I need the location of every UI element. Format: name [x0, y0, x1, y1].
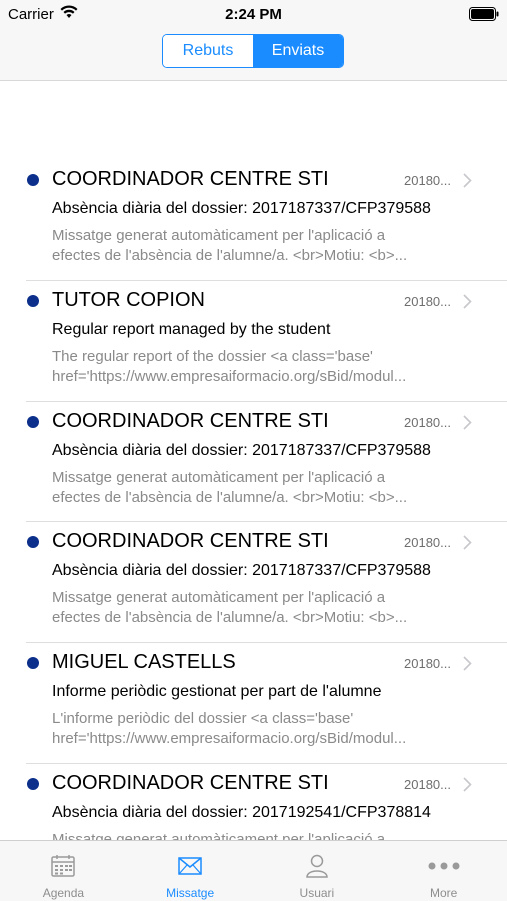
message-sender: COORDINADOR CENTRE STI [52, 530, 329, 553]
chevron-right-icon [463, 173, 472, 193]
chevron-right-icon [463, 777, 472, 797]
envelope-icon [178, 853, 202, 879]
message-sender: COORDINADOR CENTRE STI [52, 409, 329, 432]
message-date: 20180... [404, 293, 451, 309]
preview-line: Missatge generat automàticament per l'ap… [52, 830, 386, 840]
message-sender: MIGUEL CASTELLS [52, 651, 236, 674]
message-sender: TUTOR COPION [52, 288, 205, 311]
tab-label: More [429, 886, 458, 900]
status-bar: Carrier 2:24 PM [0, 0, 507, 28]
message-row[interactable]: MIGUEL CASTELLS 20180... Informe periòdi… [0, 643, 507, 764]
message-preview: The regular report of the dossier <a cla… [52, 347, 482, 387]
tab-label: Usuari [299, 886, 335, 900]
message-preview: Missatge generat automàticament per l'ap… [52, 588, 482, 628]
battery-icon [469, 7, 499, 26]
message-row[interactable]: COORDINADOR CENTRE STI 20180... Absència… [0, 160, 507, 281]
tab-agenda[interactable]: Agenda [0, 841, 127, 901]
message-subject: Absència diària del dossier: 2017187337/… [52, 562, 431, 580]
unread-dot-icon [27, 174, 39, 186]
tab-usuari[interactable]: Usuari [254, 841, 381, 901]
message-preview: Missatge generat automàticament per l'ap… [52, 468, 482, 508]
preview-line: Missatge generat automàticament per l'ap… [52, 227, 386, 244]
chevron-right-icon [463, 535, 472, 555]
preview-line: Missatge generat automàticament per l'ap… [52, 468, 386, 486]
preview-line: href='https://www.empresaiformacio.org/s… [52, 367, 407, 385]
message-preview: Missatge generat automàticament per l'ap… [52, 830, 482, 840]
message-date: 20180... [404, 535, 451, 551]
message-row[interactable]: COORDINADOR CENTRE STI 20180... Absència… [0, 764, 507, 840]
tab-missatge[interactable]: Missatge [127, 841, 254, 901]
chevron-right-icon [463, 415, 472, 435]
message-date: 20180... [404, 414, 451, 430]
unread-dot-icon [27, 415, 39, 428]
preview-line: The regular report of the dossier <a cla… [52, 347, 373, 365]
unread-dot-icon [27, 657, 39, 670]
message-sender: COORDINADOR CENTRE STI [52, 771, 329, 794]
message-sender: COORDINADOR CENTRE STI [52, 168, 329, 190]
message-row[interactable]: COORDINADOR CENTRE STI 20180... Absència… [0, 402, 507, 523]
preview-line: efectes de l'absència de l'alumne/a. <br… [52, 609, 408, 627]
preview-line: efectes de l'absència de l'alumne/a. <br… [52, 488, 408, 506]
segment-enviats[interactable]: Enviats [253, 35, 343, 67]
message-preview: Missatge generat automàticament per l'ap… [52, 226, 482, 266]
unread-dot-icon [27, 294, 39, 307]
mailbox-segmented-control: Rebuts Enviats [162, 34, 344, 68]
tab-label: Agenda [42, 886, 85, 900]
segment-rebuts[interactable]: Rebuts [163, 35, 253, 67]
status-time: 2:24 PM [225, 6, 282, 23]
unread-dot-icon [27, 777, 39, 790]
unread-dot-icon [27, 536, 39, 549]
preview-line: href='https://www.empresaiformacio.org/s… [52, 730, 407, 748]
tab-label: Missatge [166, 886, 215, 900]
message-subject: Absència diària del dossier: 2017187337/… [52, 200, 431, 217]
calendar-icon [51, 853, 76, 879]
message-date: 20180... [404, 173, 451, 188]
tab-more[interactable]: More [380, 841, 507, 901]
chevron-right-icon [463, 656, 472, 676]
message-subject: Regular report managed by the student [52, 320, 331, 338]
message-subject: Absència diària del dossier: 2017192541/… [52, 803, 431, 821]
more-icon [428, 853, 460, 879]
message-subject: Absència diària del dossier: 2017187337/… [52, 441, 431, 459]
chevron-right-icon [463, 294, 472, 314]
preview-line: L'informe periòdic del dossier <a class=… [52, 710, 354, 728]
message-subject: Informe periòdic gestionat per part de l… [52, 683, 382, 701]
message-preview: L'informe periòdic del dossier <a class=… [52, 709, 482, 749]
message-row[interactable]: COORDINADOR CENTRE STI 20180... Absència… [0, 522, 507, 644]
message-date: 20180... [404, 776, 451, 792]
user-icon [306, 853, 328, 879]
message-row[interactable]: TUTOR COPION 20180... Regular report man… [0, 281, 507, 402]
preview-line: efectes de l'absència de l'alumne/a. <br… [52, 247, 408, 264]
message-date: 20180... [404, 656, 451, 672]
preview-line: Missatge generat automàticament per l'ap… [52, 589, 386, 607]
navigation-bar: Rebuts Enviats [0, 28, 507, 81]
message-list: COORDINADOR CENTRE STI 20180... Absència… [0, 160, 507, 840]
tab-bar: Agenda Missatge Usuari More [0, 840, 507, 901]
